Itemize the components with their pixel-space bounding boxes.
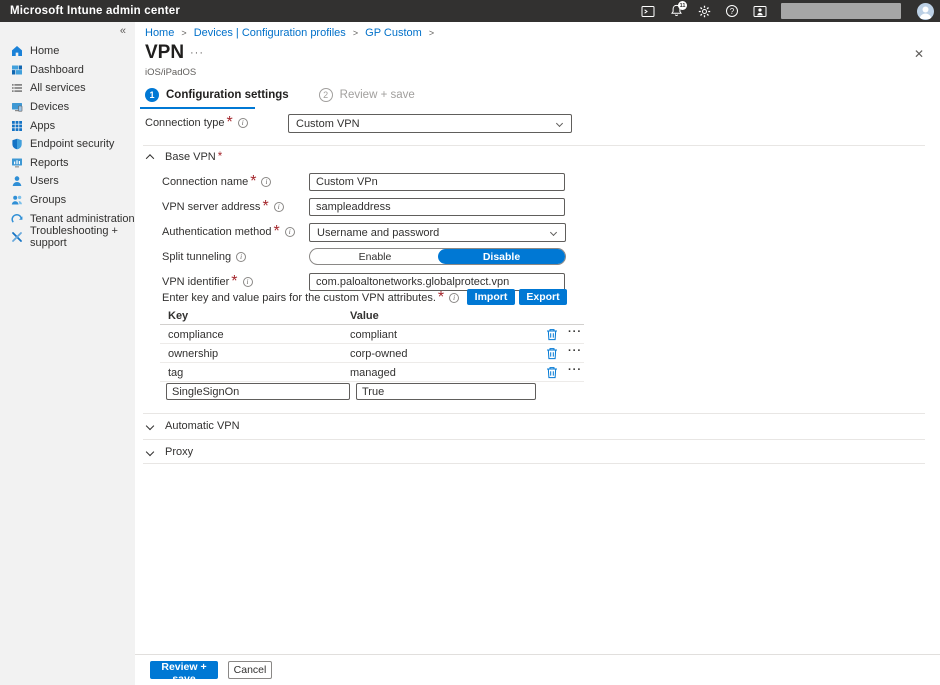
new-value-input[interactable] [356, 383, 536, 400]
row-more-icon[interactable]: ··· [568, 364, 582, 376]
sidebar-item-endpoint-security[interactable]: Endpoint security [0, 135, 135, 154]
notification-badge: 11 [678, 1, 687, 10]
tenant-administration-icon [11, 213, 23, 225]
chevron-down-icon [146, 448, 154, 456]
section-base-vpn[interactable]: Base VPN* [147, 151, 222, 163]
main-content: Home > Devices | Configuration profiles … [135, 22, 940, 685]
title-more-icon[interactable]: ··· [190, 47, 204, 59]
user-avatar[interactable] [917, 3, 934, 20]
connection-name-input[interactable] [309, 173, 565, 191]
sidebar-item-troubleshooting-support[interactable]: Troubleshooting + support [0, 228, 135, 247]
delete-row-icon[interactable] [546, 328, 558, 341]
groups-icon [11, 194, 23, 206]
delete-row-icon[interactable] [546, 347, 558, 360]
endpoint-security-icon [11, 138, 23, 150]
wizard-steps: 1 Configuration settings 2 Review + save [145, 88, 415, 102]
tab-configuration-settings[interactable]: 1 Configuration settings [145, 88, 289, 102]
export-button[interactable]: Export [519, 289, 567, 305]
connection-name-label: Connection name*i [162, 173, 271, 191]
sidebar-item-users[interactable]: Users [0, 172, 135, 191]
sidebar-item-apps[interactable]: Apps [0, 116, 135, 135]
footer-divider [135, 654, 940, 655]
divider [143, 413, 925, 414]
import-button[interactable]: Import [467, 289, 515, 305]
page-title: VPN [145, 42, 184, 64]
chevron-down-icon [556, 120, 563, 127]
info-icon[interactable]: i [261, 177, 271, 187]
sidebar-item-devices[interactable]: Devices [0, 98, 135, 117]
info-icon[interactable]: i [274, 202, 284, 212]
apps-icon [11, 120, 23, 132]
tab-review-save[interactable]: 2 Review + save [319, 88, 415, 102]
delete-row-icon[interactable] [546, 366, 558, 379]
divider [143, 145, 925, 146]
split-tunneling-label: Split tunnelingi [162, 248, 246, 266]
vpn-server-address-input[interactable] [309, 198, 565, 216]
active-tab-underline [140, 107, 255, 109]
column-header-key: Key [168, 310, 188, 322]
troubleshooting-icon [11, 231, 23, 243]
sidebar-item-dashboard[interactable]: Dashboard [0, 61, 135, 80]
all-services-icon [11, 82, 23, 94]
breadcrumb-home[interactable]: Home [145, 27, 174, 39]
row-more-icon[interactable]: ··· [568, 345, 582, 357]
sidebar-item-groups[interactable]: Groups [0, 191, 135, 210]
sidebar: « Home Dashboard All services Devices Ap… [0, 22, 135, 685]
sidebar-item-home[interactable]: Home [0, 42, 135, 61]
close-icon[interactable]: ✕ [911, 46, 927, 62]
info-icon[interactable]: i [243, 277, 253, 287]
help-icon[interactable]: ? [725, 4, 739, 18]
vpn-server-address-label: VPN server address*i [162, 198, 284, 216]
info-icon[interactable]: i [285, 227, 295, 237]
divider [143, 439, 925, 440]
platform-subtitle: iOS/iPadOS [145, 67, 196, 78]
users-icon [11, 175, 23, 187]
cloud-shell-icon[interactable] [641, 4, 655, 18]
row-more-icon[interactable]: ··· [568, 326, 582, 338]
split-tunneling-toggle: Enable Disable [309, 248, 566, 265]
feedback-icon[interactable] [753, 4, 767, 18]
breadcrumb: Home > Devices | Configuration profiles … [145, 27, 438, 39]
custom-attributes-label: Enter key and value pairs for the custom… [162, 289, 459, 307]
notifications-icon[interactable]: 11 [669, 4, 683, 18]
cancel-button[interactable]: Cancel [228, 661, 272, 679]
connection-type-label: Connection type*i [145, 114, 248, 132]
table-row: compliance compliant ··· [160, 325, 584, 344]
authentication-method-label: Authentication method*i [162, 223, 295, 241]
review-save-button[interactable]: Review + save [150, 661, 218, 679]
new-key-input[interactable] [166, 383, 350, 400]
dashboard-icon [11, 64, 23, 76]
info-icon[interactable]: i [449, 293, 459, 303]
top-bar: Microsoft Intune admin center 11 ? [0, 0, 940, 22]
table-header: Key Value [160, 309, 584, 325]
reports-icon [11, 157, 23, 169]
sidebar-item-all-services[interactable]: All services [0, 79, 135, 98]
settings-gear-icon[interactable] [697, 4, 711, 18]
breadcrumb-configuration-profiles[interactable]: Devices | Configuration profiles [194, 27, 346, 39]
chevron-down-icon [146, 422, 154, 430]
table-row: ownership corp-owned ··· [160, 344, 584, 363]
split-tunneling-disable-option[interactable]: Disable [438, 249, 565, 264]
custom-attributes-table: Key Value compliance compliant ··· owner… [160, 309, 584, 404]
split-tunneling-enable-option[interactable]: Enable [310, 249, 440, 264]
chevron-down-icon [550, 229, 557, 236]
breadcrumb-gp-custom[interactable]: GP Custom [365, 27, 422, 39]
connection-type-select[interactable]: Custom VPN [288, 114, 572, 133]
chevron-up-icon [146, 154, 154, 162]
info-icon[interactable]: i [236, 252, 246, 262]
new-attribute-row [160, 382, 584, 404]
table-row: tag managed ··· [160, 363, 584, 382]
devices-icon [11, 101, 23, 113]
app-title: Microsoft Intune admin center [0, 5, 180, 17]
section-automatic-vpn[interactable]: Automatic VPN [147, 420, 240, 432]
column-header-value: Value [350, 310, 379, 322]
home-icon [11, 45, 23, 57]
authentication-method-select[interactable]: Username and password [309, 223, 566, 242]
account-info-redacted [781, 3, 901, 19]
divider [143, 463, 925, 464]
info-icon[interactable]: i [238, 118, 248, 128]
section-proxy[interactable]: Proxy [147, 446, 193, 458]
sidebar-collapse-icon[interactable]: « [120, 25, 126, 37]
sidebar-item-reports[interactable]: Reports [0, 154, 135, 173]
